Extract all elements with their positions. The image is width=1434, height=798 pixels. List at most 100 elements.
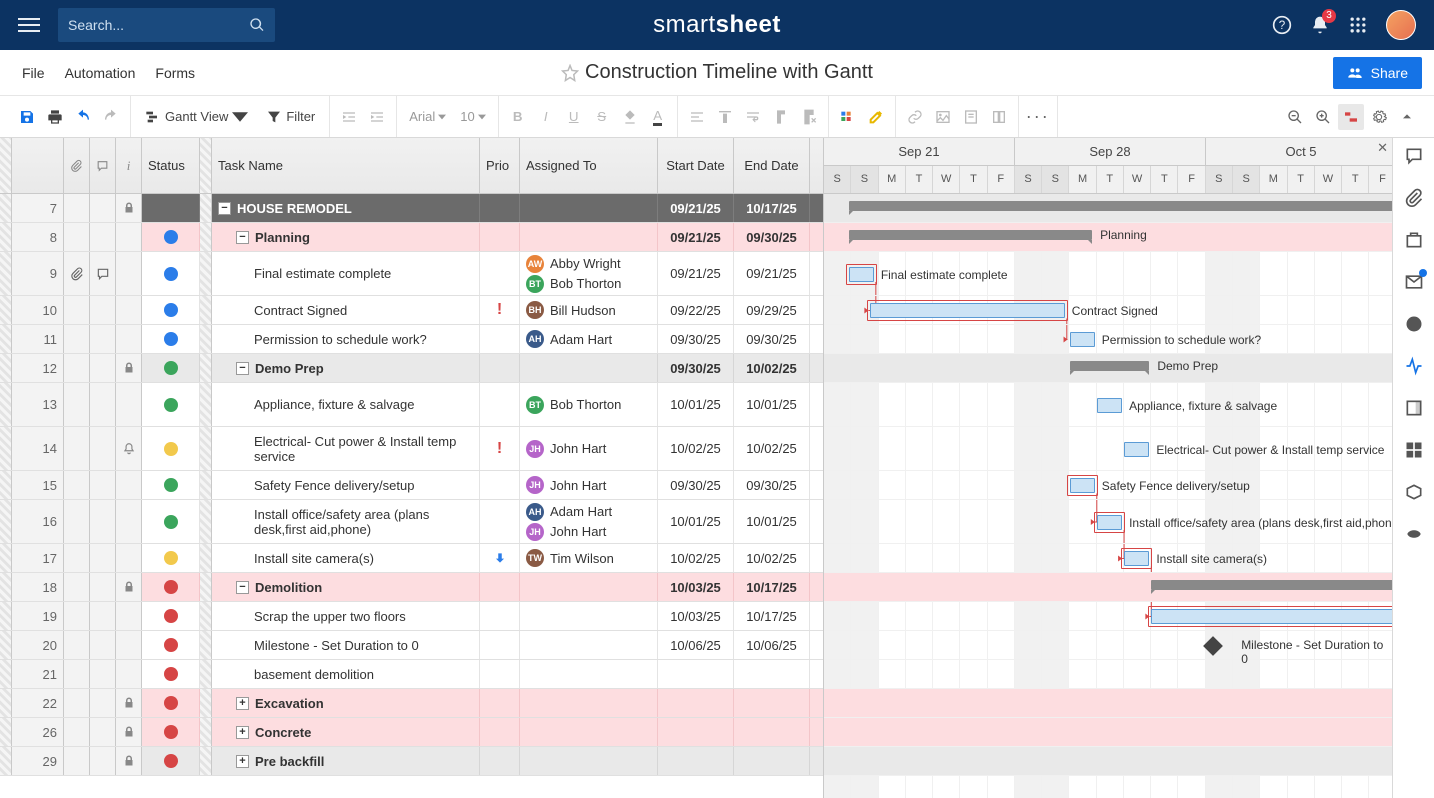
gantt-bar[interactable]: Demo Prep [1070,361,1150,371]
grid-row[interactable]: 8−Planning09/21/2509/30/25 [0,223,823,252]
column-task[interactable]: Task Name [212,138,480,193]
activity-icon[interactable] [1404,356,1424,376]
format-icon[interactable] [768,104,794,130]
gantt-bar[interactable] [1151,609,1392,624]
gantt-bar[interactable] [1151,580,1392,590]
collapse-icon[interactable] [1394,104,1420,130]
gantt-bar[interactable]: Install office/safety area (plans desk,f… [1097,515,1122,530]
proofs-icon[interactable] [1404,230,1424,250]
zoom-in-icon[interactable] [1310,104,1336,130]
grid-row[interactable]: 17Install site camera(s)TWTim Wilson10/0… [0,544,823,573]
gantt-bar[interactable]: Install site camera(s) [1124,551,1149,566]
redo-icon[interactable] [98,104,124,130]
hamburger-icon[interactable] [18,14,40,36]
gantt-row[interactable] [824,689,1392,718]
menu-file[interactable]: File [12,61,55,85]
text-color-icon[interactable]: A [645,104,671,130]
gantt-body[interactable]: Planning Final estimate complete Contract … [824,194,1392,798]
attachments-icon[interactable] [1404,188,1424,208]
zoom-out-icon[interactable] [1282,104,1308,130]
help-icon[interactable]: ? [1272,15,1292,35]
grid-row[interactable]: 14Electrical- Cut power & Install temp s… [0,427,823,471]
share-button[interactable]: Share [1333,57,1422,89]
gantt-bar[interactable]: Appliance, fixture & salvage [1097,398,1122,413]
search-box[interactable] [58,8,275,42]
attachments-column-icon[interactable] [64,138,90,193]
gantt-row[interactable] [824,747,1392,776]
filter-button[interactable]: Filter [258,104,323,130]
apps-icon[interactable] [1348,15,1368,35]
grid-row[interactable]: 13Appliance, fixture & salvageBTBob Thor… [0,383,823,427]
gantt-bar[interactable]: Permission to schedule work? [1070,332,1095,347]
gantt-row[interactable] [824,544,1392,573]
strike-icon[interactable]: S [589,104,615,130]
update-requests-icon[interactable] [1404,272,1424,292]
comments-column-icon[interactable] [90,138,116,193]
italic-icon[interactable]: I [533,104,559,130]
settings-icon[interactable] [1366,104,1392,130]
grid-row[interactable]: 26+Concrete [0,718,823,747]
grid-row[interactable]: 21basement demolition [0,660,823,689]
align-top-icon[interactable] [712,104,738,130]
column-prio[interactable]: Prio [480,138,520,193]
row-toggle[interactable]: − [236,231,249,244]
close-gantt-icon[interactable]: ✕ [1377,140,1388,156]
search-input[interactable] [68,17,249,33]
row-toggle[interactable]: + [236,697,249,710]
column-status[interactable]: Status [142,138,200,193]
indent-icon[interactable] [364,104,390,130]
view-switcher[interactable]: Gantt View [137,104,256,130]
column-end[interactable]: End Date [734,138,810,193]
gantt-row[interactable] [824,718,1392,747]
report-icon[interactable] [986,104,1012,130]
column-start[interactable]: Start Date [658,138,734,193]
grid-row[interactable]: 22+Excavation [0,689,823,718]
more-icon[interactable]: ··· [1025,104,1051,130]
conditional-format-icon[interactable] [835,104,861,130]
critical-path-icon[interactable] [1338,104,1364,130]
clear-format-icon[interactable] [796,104,822,130]
grid-row[interactable]: 16Install office/safety area (plans desk… [0,500,823,544]
wrap-icon[interactable] [740,104,766,130]
align-left-icon[interactable] [684,104,710,130]
row-toggle[interactable]: − [218,202,231,215]
row-toggle[interactable]: − [236,362,249,375]
row-toggle[interactable]: + [236,726,249,739]
grid-row[interactable]: 11Permission to schedule work?AHAdam Har… [0,325,823,354]
gantt-bar[interactable]: Planning [849,230,1093,240]
highlight-icon[interactable] [863,104,889,130]
conversations-icon[interactable] [1404,146,1424,166]
summary-icon[interactable] [1404,398,1424,418]
search-icon[interactable] [249,17,265,33]
font-family-select[interactable]: Arial [403,109,452,124]
user-avatar[interactable] [1386,10,1416,40]
gantt-bar[interactable]: Contract Signed [870,303,1064,318]
print-icon[interactable] [42,104,68,130]
outdent-icon[interactable] [336,104,362,130]
link-icon[interactable] [902,104,928,130]
publish-icon[interactable] [1404,314,1424,334]
gantt-bar[interactable]: Final estimate complete [849,267,874,282]
grid-row[interactable]: 29+Pre backfill [0,747,823,776]
image-icon[interactable] [930,104,956,130]
underline-icon[interactable]: U [561,104,587,130]
undo-icon[interactable] [70,104,96,130]
star-icon[interactable] [561,64,579,82]
grid-row[interactable]: 15Safety Fence delivery/setupJHJohn Hart… [0,471,823,500]
row-toggle[interactable]: + [236,755,249,768]
grid-row[interactable]: 10Contract Signed!BHBill Hudson09/22/250… [0,296,823,325]
gantt-bar[interactable]: Safety Fence delivery/setup [1070,478,1095,493]
menu-forms[interactable]: Forms [145,61,205,85]
form-icon[interactable] [958,104,984,130]
fill-color-icon[interactable] [617,104,643,130]
grid-body[interactable]: 7−HOUSE REMODEL09/21/2510/17/258−Plannin… [0,194,823,798]
gantt-bar[interactable]: Electrical- Cut power & Install temp ser… [1124,442,1149,457]
notifications-icon[interactable]: 3 [1310,15,1330,35]
grid-row[interactable]: 19Scrap the upper two floors10/03/2510/1… [0,602,823,631]
gantt-bar[interactable] [849,201,1392,211]
work-apps-icon[interactable] [1404,440,1424,460]
font-size-select[interactable]: 10 [454,109,491,124]
connections-icon[interactable] [1404,524,1424,544]
grid-row[interactable]: 18−Demolition10/03/2510/17/25 [0,573,823,602]
bold-icon[interactable]: B [505,104,531,130]
